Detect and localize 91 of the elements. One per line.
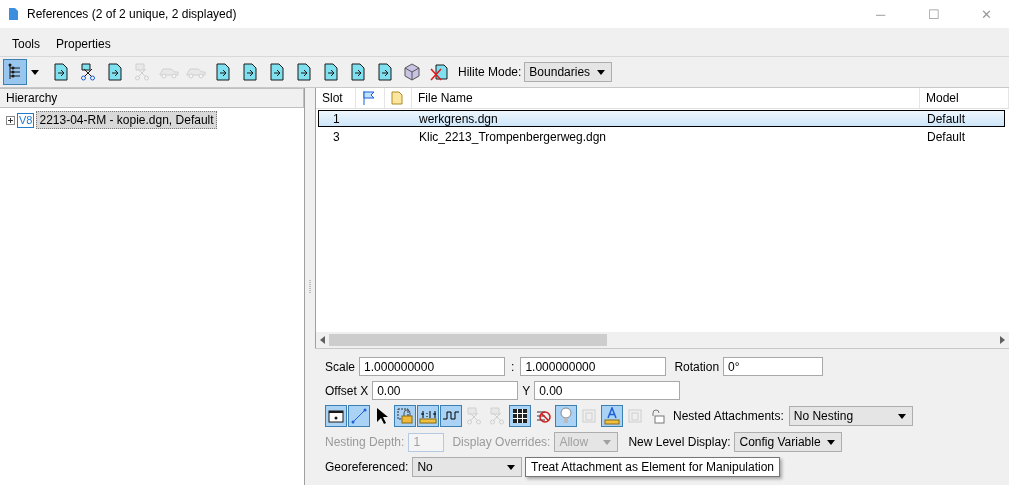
table-cell-text: 3 — [332, 129, 341, 144]
rotation-label: Rotation — [674, 359, 720, 374]
expand-icon[interactable] — [6, 115, 15, 125]
column-header[interactable]: Hierarchy — [0, 88, 304, 108]
toolbar-button[interactable] — [3, 59, 27, 85]
pointer-icon — [375, 407, 389, 425]
table-cell-text: 1 — [332, 111, 341, 126]
document-icon — [296, 63, 312, 81]
document-icon — [242, 63, 258, 81]
georeferenced-label: Georeferenced: — [325, 460, 409, 474]
horizontal-scrollbar[interactable] — [316, 332, 1009, 348]
offset-x-label: Offset X — [325, 383, 369, 398]
version-badge: V8 — [17, 112, 35, 128]
tree-list-icon — [7, 63, 23, 81]
toggle-button[interactable] — [325, 405, 347, 427]
offset-y-label: Y — [522, 383, 531, 398]
ratio-separator: : — [511, 359, 515, 374]
table-cell-text: Default — [926, 111, 967, 126]
document-icon — [215, 63, 231, 81]
menu-item[interactable]: Properties — [50, 35, 117, 53]
line-icon — [351, 408, 367, 424]
tooltip: Treat Attachment as Element for Manipulation — [525, 457, 780, 477]
scale-field[interactable]: 1.000000000 — [520, 357, 667, 376]
caret-icon — [31, 69, 39, 75]
document-icon — [377, 63, 393, 81]
document-icon — [53, 63, 69, 81]
scissors-icon — [80, 63, 96, 81]
document-icon — [350, 63, 366, 81]
table-row[interactable]: 3 Klic_2213_Trompenbergerweg.dgn Default — [318, 128, 1005, 145]
lock-icon — [397, 408, 413, 424]
flag-icon — [362, 90, 376, 106]
table-cell-text: Default — [926, 129, 967, 144]
toggle-button[interactable] — [601, 405, 623, 427]
column-header[interactable]: Model — [920, 88, 1009, 108]
light-bulb-icon — [560, 407, 572, 425]
offset-x-field[interactable]: 0.00 — [372, 381, 519, 400]
cube-icon — [404, 63, 420, 81]
new-level-display-dropdown[interactable]: Config Variable — [734, 432, 843, 452]
offset-y-field[interactable]: 0.00 — [534, 381, 681, 400]
rotation-field[interactable]: 0° — [723, 357, 824, 376]
nested-attachments-label: Nested Attachments: — [673, 409, 784, 423]
page-icon — [581, 408, 597, 424]
hilite-mode-label: Hilite Mode: — [458, 65, 522, 79]
scissors-icon — [466, 407, 482, 425]
tree-item[interactable]: 2213-04-RM - kopie.dgn, Default — [36, 111, 217, 129]
document-icon — [323, 63, 339, 81]
window-title: References (2 of 2 unique, 2 displayed) — [27, 7, 238, 21]
scissors-icon — [134, 63, 150, 81]
dropdown-arrow-icon — [827, 439, 836, 445]
display-overrides-label: Display Overrides: — [452, 435, 551, 449]
toggle-button[interactable] — [394, 405, 416, 427]
dropdown-arrow-icon — [597, 69, 606, 75]
table-cell-text: werkgrens.dgn — [418, 111, 499, 126]
dropdown-arrow-icon — [507, 464, 516, 470]
scroll-left-icon[interactable] — [320, 336, 325, 344]
open-padlock-icon — [650, 408, 666, 424]
car-icon — [159, 65, 179, 79]
table-row[interactable]: 1 werkgrens.dgn Default — [318, 110, 1005, 127]
nested-attachments-dropdown[interactable]: No Nesting — [788, 406, 913, 426]
scale-field[interactable]: 1.000000000 — [359, 357, 506, 376]
toggle-button[interactable] — [440, 405, 462, 427]
document-icon — [391, 91, 403, 105]
car-icon — [186, 65, 206, 79]
dropdown-arrow-icon — [897, 413, 906, 419]
page-icon — [627, 408, 643, 424]
column-header[interactable]: File Name — [412, 88, 920, 108]
toggle-button[interactable] — [509, 405, 531, 427]
scroll-right-icon[interactable] — [1000, 336, 1005, 344]
toggle-button[interactable] — [348, 405, 370, 427]
grid-icon — [512, 408, 528, 424]
toggle-button[interactable] — [417, 405, 439, 427]
text-style-icon — [604, 407, 620, 425]
dropdown-arrow-icon — [603, 439, 612, 445]
document-icon — [107, 63, 123, 81]
scissors-icon — [489, 407, 505, 425]
menu-item[interactable]: Tools — [6, 35, 46, 53]
column-header[interactable]: Slot — [316, 88, 356, 108]
nesting-depth-label: Nesting Depth: — [325, 435, 405, 449]
document-icon — [269, 63, 285, 81]
no-entry-icon — [535, 408, 551, 424]
georeferenced-dropdown[interactable]: No — [412, 457, 523, 477]
toggle-button[interactable] — [555, 405, 577, 427]
document-icon — [8, 7, 19, 21]
table-cell-text: Klic_2213_Trompenbergerweg.dgn — [418, 129, 607, 144]
hilite-mode-dropdown[interactable]: Boundaries — [524, 62, 613, 82]
scale-label: Scale — [325, 359, 356, 374]
frame-icon — [328, 409, 344, 423]
new-level-display-label: New Level Display: — [628, 435, 731, 449]
ruler-icon — [419, 408, 437, 424]
wave-icon — [442, 409, 460, 423]
document-cross-icon — [430, 63, 448, 81]
